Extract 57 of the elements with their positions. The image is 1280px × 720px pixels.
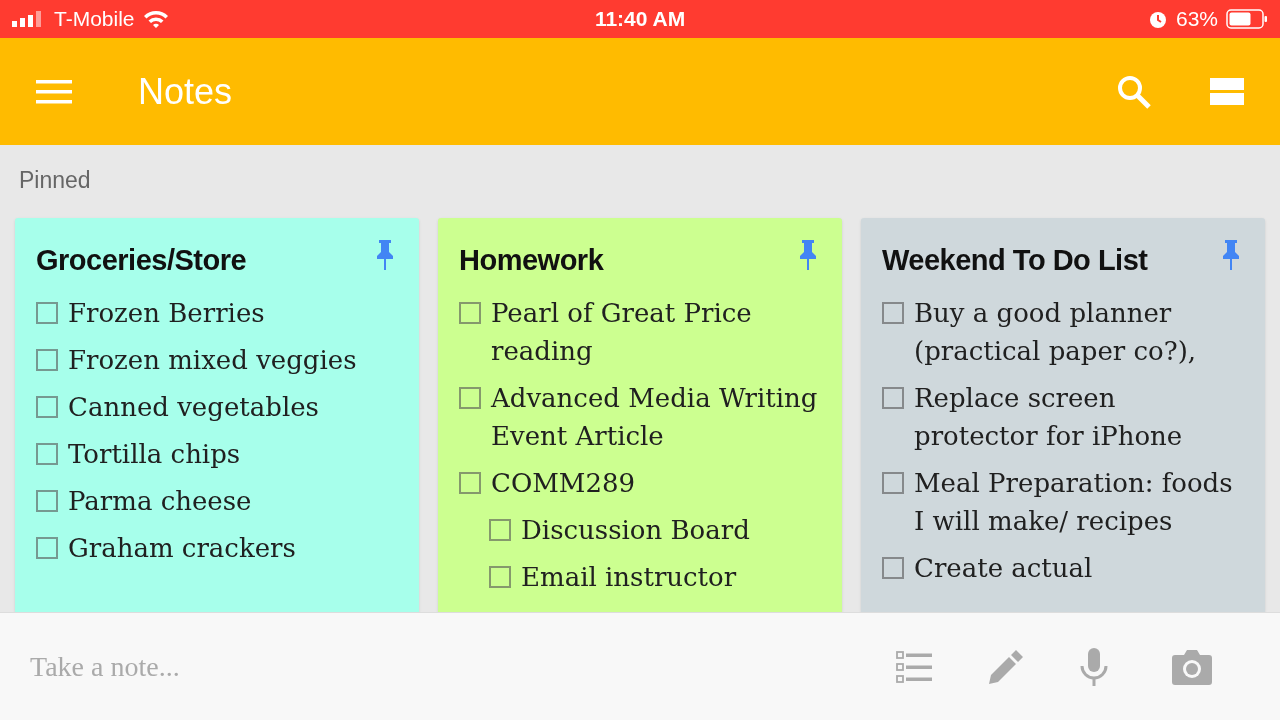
menu-icon	[36, 78, 72, 105]
battery-icon	[1226, 9, 1268, 29]
checklist-item-text: Tortilla chips	[68, 438, 241, 471]
checkbox[interactable]	[459, 472, 481, 494]
checklist-item-text: Email instructor	[521, 561, 737, 594]
checklist-item-text: Graham crackers	[68, 532, 296, 565]
alarm-icon	[1148, 9, 1168, 29]
checkbox[interactable]	[882, 302, 904, 324]
pin-icon[interactable]	[375, 240, 395, 270]
checkbox[interactable]	[36, 349, 58, 371]
note-card[interactable]: Homework Pearl of Great Price reading Advanced Media Writing Event Article COMM289 Discussion Board Email instructor	[438, 218, 842, 612]
battery-percent: 63%	[1176, 6, 1218, 33]
pen-icon[interactable]	[988, 648, 1024, 685]
microphone-icon[interactable]	[1080, 647, 1108, 686]
checkbox[interactable]	[489, 566, 511, 588]
carrier-name: T-Mobile	[54, 6, 135, 33]
checklist-item-text: Buy a good planner (practical paper co?),	[914, 297, 1198, 368]
checklist-item-text: COMM289	[491, 467, 636, 500]
checklist-icon[interactable]	[896, 650, 932, 683]
checkbox[interactable]	[36, 302, 58, 324]
checklist-item-text: Pearl of Great Price reading	[491, 297, 753, 368]
checkbox[interactable]	[36, 537, 58, 559]
checklist-item-text: Replace screen protector for iPhone	[914, 382, 1184, 453]
menu-button[interactable]	[36, 78, 72, 105]
pin-icon[interactable]	[1221, 240, 1241, 270]
checklist-item-text: Frozen mixed veggies	[68, 344, 357, 377]
checklist-item-text: Advanced Media Writing Event Article	[491, 382, 818, 453]
note-title: Weekend To Do List	[882, 243, 1148, 278]
checklist-item-text: Canned vegetables	[68, 391, 319, 424]
section-label: Pinned	[19, 166, 92, 195]
note-title: Groceries/Store	[36, 243, 247, 278]
checkbox[interactable]	[459, 387, 481, 409]
single-column-icon	[1210, 77, 1244, 106]
app-title: Notes	[138, 69, 234, 114]
clock-time: 11:40 AM	[594, 6, 686, 33]
checkbox[interactable]	[882, 557, 904, 579]
checklist-item-text: Discussion Board	[521, 514, 750, 547]
checklist-item-text: Create actual	[914, 552, 1093, 585]
camera-icon[interactable]	[1172, 648, 1212, 685]
search-icon	[1116, 73, 1152, 110]
layout-toggle-button[interactable]	[1210, 77, 1244, 106]
checkbox[interactable]	[36, 396, 58, 418]
checklist-item-text: Parma cheese	[68, 485, 252, 518]
checkbox[interactable]	[459, 302, 481, 324]
note-card[interactable]: Groceries/Store Frozen Berries Frozen mixed veggies Canned vegetables Tortilla chips Parma cheese Graham crackers	[15, 218, 419, 612]
note-title: Homework	[459, 243, 604, 278]
pin-icon[interactable]	[798, 240, 818, 270]
checkbox[interactable]	[36, 443, 58, 465]
checkbox[interactable]	[489, 519, 511, 541]
checkbox[interactable]	[36, 490, 58, 512]
wifi-icon	[142, 9, 169, 29]
checklist-item-text: Meal Preparation: foods I will make/ recipes	[914, 467, 1234, 538]
checkbox[interactable]	[882, 472, 904, 494]
note-card[interactable]: Weekend To Do List Buy a good planner (practical paper co?), Replace screen protector for iPhone Meal Preparation: foods I will make/ recipes Create actual	[861, 218, 1265, 612]
search-button[interactable]	[1116, 73, 1152, 110]
checklist-item-text: Frozen Berries	[68, 297, 265, 330]
checkbox[interactable]	[882, 387, 904, 409]
